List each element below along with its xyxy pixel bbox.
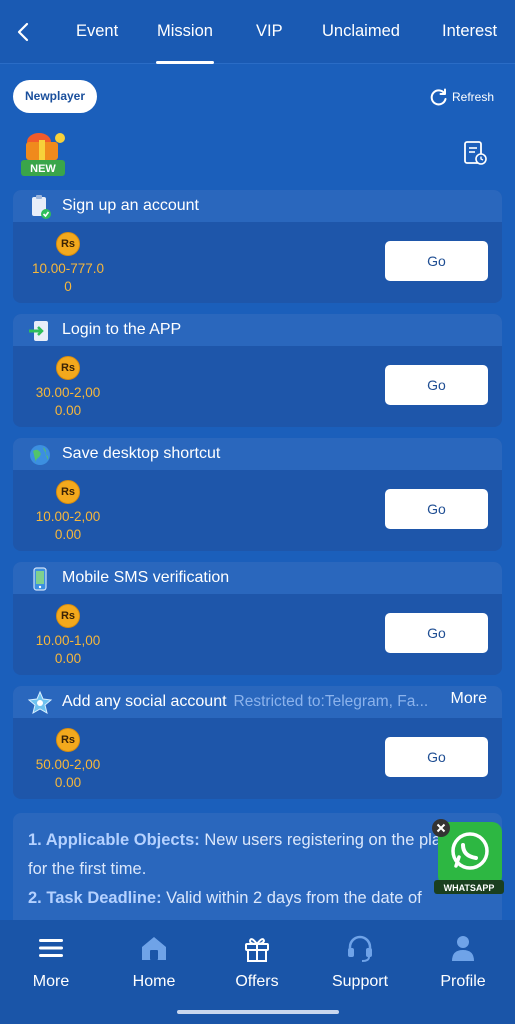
new-badge-text: NEW (30, 163, 56, 175)
tab-interest[interactable]: Interest (442, 22, 497, 41)
gift-icon (245, 938, 269, 962)
task-reward-line1: 10.00-1,00 (35, 633, 101, 648)
rule-label: 1. Applicable Objects: (28, 831, 200, 849)
bottom-nav: More Home Offers Support Profile (0, 920, 515, 1024)
task-reward: 10.00-2,00 0.00 (20, 508, 116, 544)
nav-label: More (32, 973, 70, 990)
phone-icon (33, 567, 47, 591)
whatsapp-float-button[interactable]: WHATSAPP (432, 816, 508, 896)
clipboard-check-icon (32, 195, 51, 219)
tab-event[interactable]: Event (76, 22, 118, 41)
task-restriction: Restricted to:Telegram, Fa... (233, 693, 429, 710)
task-reward: 10.00-1,00 0.00 (20, 632, 116, 668)
task-reward-line1: 10.00-2,00 (35, 509, 101, 524)
login-door-icon (29, 321, 48, 341)
refresh-icon (430, 88, 447, 106)
whatsapp-label: WHATSAPP (444, 883, 495, 893)
refresh-button[interactable]: Refresh (429, 87, 494, 107)
tab-unclaimed[interactable]: Unclaimed (322, 22, 400, 41)
nav-label: Profile (440, 973, 486, 990)
headset-icon (348, 935, 372, 962)
home-indicator (177, 1010, 339, 1014)
task-card-header: Login to the APP (13, 314, 502, 346)
rupee-coin-icon: Rs (56, 604, 80, 628)
refresh-label: Refresh (452, 90, 495, 104)
task-reward-line2: 0 (64, 279, 72, 294)
rule-item: 2. Task Deadline: Valid within 2 days fr… (28, 884, 487, 923)
task-card-header: Save desktop shortcut (13, 438, 502, 470)
tab-mission[interactable]: Mission (156, 22, 214, 64)
rupee-coin-icon: Rs (56, 480, 80, 504)
history-record-icon[interactable] (462, 140, 488, 166)
nav-label: Offers (235, 973, 279, 990)
social-star-icon (27, 690, 53, 715)
nav-more[interactable]: More (6, 933, 96, 991)
go-button[interactable]: Go (385, 737, 488, 777)
menu-icon (39, 939, 63, 957)
task-reward-line1: 50.00-2,00 (35, 757, 101, 772)
back-arrow-icon[interactable] (14, 20, 32, 44)
task-reward-line2: 0.00 (54, 403, 82, 418)
go-button[interactable]: Go (385, 241, 488, 281)
task-title: Login to the APP (62, 321, 182, 338)
go-button[interactable]: Go (385, 613, 488, 653)
task-card-shortcut: Save desktop shortcut Rs 10.00-2,00 0.00… (13, 438, 502, 551)
task-title: Add any social account (62, 693, 227, 710)
task-card-social: Add any social account Restricted to:Tel… (13, 686, 502, 799)
rupee-coin-icon: Rs (56, 232, 80, 256)
task-reward-line2: 0.00 (54, 775, 82, 790)
task-reward: 30.00-2,00 0.00 (20, 384, 116, 420)
task-reward-line2: 0.00 (54, 527, 82, 542)
nav-label: Support (331, 973, 389, 990)
task-card-login: Login to the APP Rs 30.00-2,00 0.00 Go (13, 314, 502, 427)
task-reward-line1: 10.00-777.0 (31, 261, 105, 276)
task-card-header: Mobile SMS verification (13, 562, 502, 594)
rupee-coin-icon: Rs (56, 356, 80, 380)
go-button[interactable]: Go (385, 489, 488, 529)
task-title: Sign up an account (62, 197, 199, 214)
task-rules: 1. Applicable Objects: New users registe… (13, 813, 502, 923)
task-reward-line1: 30.00-2,00 (35, 385, 101, 400)
rule-item: 1. Applicable Objects: New users registe… (28, 826, 487, 884)
task-reward: 50.00-2,00 0.00 (20, 756, 116, 792)
nav-offers[interactable]: Offers (212, 933, 302, 991)
tab-vip[interactable]: VIP (256, 22, 283, 41)
nav-label: Home (132, 973, 176, 990)
user-icon (452, 936, 474, 961)
nav-profile[interactable]: Profile (418, 933, 508, 991)
task-reward: 10.00-777.0 0 (20, 260, 116, 296)
home-icon (142, 937, 166, 960)
task-title: Save desktop shortcut (62, 445, 221, 462)
task-reward-line2: 0.00 (54, 651, 82, 666)
globe-icon (30, 445, 50, 465)
task-card-header: Add any social account Restricted to:Tel… (13, 686, 502, 718)
task-card-sms: Mobile SMS verification Rs 10.00-1,00 0.… (13, 562, 502, 675)
nav-support[interactable]: Support (315, 933, 405, 991)
whatsapp-icon: WHATSAPP (432, 819, 504, 894)
more-link[interactable]: More (451, 690, 487, 708)
go-button[interactable]: Go (385, 365, 488, 405)
task-card-signup: Sign up an account Rs 10.00-777.0 0 Go (13, 190, 502, 303)
rule-label: 2. Task Deadline: (28, 889, 162, 907)
task-card-header: Sign up an account (13, 190, 502, 222)
newplayer-chip[interactable]: Newplayer (13, 80, 98, 113)
nav-home[interactable]: Home (109, 933, 199, 991)
task-title: Mobile SMS verification (62, 569, 230, 586)
new-gift-badge-icon: NEW (21, 133, 65, 176)
top-nav: Event Mission VIP Unclaimed Interest (0, 0, 515, 64)
rupee-coin-icon: Rs (56, 728, 80, 752)
